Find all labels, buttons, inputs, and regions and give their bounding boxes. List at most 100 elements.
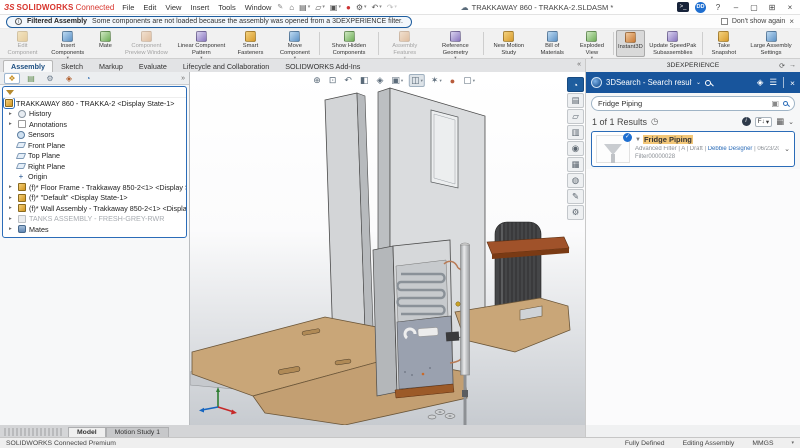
file-explorer-tab[interactable]: ▱ bbox=[567, 109, 584, 124]
dropdown-caret-icon[interactable]: ▾ bbox=[394, 4, 397, 10]
compass-icon[interactable] bbox=[591, 77, 602, 88]
expand-arrow-icon[interactable]: ▸ bbox=[9, 205, 15, 211]
tab-model[interactable]: Model bbox=[68, 427, 106, 437]
tree-item-f-floor-frame-trakkaway-850-2-[interactable]: ▸(f)* Floor Frame - Trakkaway 850-2<1> <… bbox=[3, 182, 186, 193]
tree-item-sensors[interactable]: Sensors bbox=[3, 130, 186, 141]
tab-sketch[interactable]: Sketch bbox=[53, 60, 91, 72]
ribbon-instant3d-button[interactable]: Instant3D bbox=[616, 30, 645, 57]
design-library-tab[interactable]: ▤ bbox=[567, 93, 584, 108]
ribbon-update-speedpak-subassemblies-button[interactable]: Update SpeedPak Subassemblies bbox=[646, 30, 700, 57]
tree-root-item[interactable]: TRAKKAWAY 860 - TRAKKA-2 <Display State-… bbox=[3, 98, 186, 109]
tree-filter-funnel-icon[interactable] bbox=[6, 90, 14, 95]
search-result-item[interactable]: ✓ ▼ Fridge Piping Advanced Filter | A | … bbox=[591, 131, 795, 167]
user-avatar-button[interactable]: DD bbox=[695, 2, 706, 13]
custom-properties-tab[interactable]: ✎ bbox=[567, 189, 584, 204]
redo-button[interactable]: ↷▾ bbox=[387, 3, 397, 12]
tab-strip-grip[interactable] bbox=[4, 428, 64, 436]
search-icon[interactable] bbox=[705, 80, 711, 86]
ribbon-mate-button[interactable]: Mate bbox=[92, 30, 118, 57]
dropdown-caret-icon[interactable]: ▾ bbox=[322, 4, 325, 10]
new-document-button[interactable]: ▤▾ bbox=[299, 3, 310, 12]
property-manager-tab[interactable]: ▤ bbox=[23, 73, 39, 84]
tree-item-f-wall-assembly-trakkaway-850-[interactable]: ▸(f)* Wall Assembly - Trakkaway 850-2<1>… bbox=[3, 203, 186, 214]
tab-evaluate[interactable]: Evaluate bbox=[131, 60, 175, 72]
menu-window[interactable]: Window bbox=[245, 3, 272, 12]
ribbon-smart-fasteners-button[interactable]: Smart Fasteners bbox=[229, 30, 271, 57]
tree-item-history[interactable]: ▸History bbox=[3, 109, 186, 120]
ribbon-large-assembly-settings-button[interactable]: Large Assembly Settings bbox=[744, 30, 798, 57]
expand-arrow-icon[interactable]: ▸ bbox=[9, 184, 15, 190]
recent-searches-icon[interactable]: ◷ bbox=[651, 116, 658, 127]
tree-item-top-plane[interactable]: Top Plane bbox=[3, 151, 186, 162]
ribbon-move-component-button[interactable]: Move Component▾ bbox=[273, 30, 318, 57]
display-style-button[interactable]: ◫▾ bbox=[409, 74, 425, 87]
tree-item-tanks-assembly-fresh-grey-rwr[interactable]: ▸TANKS ASSEMBLY - FRESH-GREY-RWR bbox=[3, 214, 186, 225]
expand-arrow-icon[interactable]: ▸ bbox=[9, 226, 15, 232]
dynamic-annotation-views-button[interactable]: ◈ bbox=[374, 74, 385, 87]
ribbon-linear-component-pattern-button[interactable]: Linear Component Pattern▾ bbox=[174, 30, 228, 57]
dropdown-caret-icon[interactable]: ▾ bbox=[421, 78, 423, 84]
widget-caret-icon[interactable]: ⌄ bbox=[696, 79, 701, 86]
tree-item-annotations[interactable]: ▸Annotations bbox=[3, 119, 186, 130]
tab-assembly[interactable]: Assembly bbox=[3, 60, 53, 72]
save-button[interactable]: ▣▾ bbox=[330, 3, 341, 12]
submit-search-icon[interactable] bbox=[783, 101, 788, 106]
ribbon-edit-component-button[interactable]: Edit Component bbox=[2, 30, 43, 57]
hide-show-items-button[interactable]: ✶▾ bbox=[429, 74, 444, 87]
display-manager-tab[interactable]: ◔ bbox=[80, 73, 96, 84]
help-button[interactable]: ? bbox=[712, 3, 724, 12]
restore-button[interactable]: ▢ bbox=[748, 3, 760, 12]
tree-item-origin[interactable]: +Origin bbox=[3, 172, 186, 183]
result-title[interactable]: Fridge Piping bbox=[643, 135, 693, 144]
customize-menu-icon[interactable]: ✎ bbox=[277, 3, 283, 11]
ribbon-show-hidden-components-button[interactable]: Show Hidden Components bbox=[322, 30, 376, 57]
library-tab[interactable]: ▥ bbox=[567, 125, 584, 140]
home-button[interactable]: ⌂ bbox=[289, 3, 294, 12]
tree-item-f-default-display-state-1[interactable]: ▸(f)* "Default" <Display State-1> bbox=[3, 193, 186, 204]
window-layout-button[interactable]: ⊞ bbox=[766, 3, 778, 12]
sort-button[interactable]: F↓ ▾ bbox=[755, 117, 773, 127]
ribbon-assembly-features-button[interactable]: Assembly Features▾ bbox=[381, 30, 429, 57]
3dexperience-compass-tab[interactable]: ◔ bbox=[567, 77, 584, 92]
search-value[interactable]: Fridge Piping bbox=[598, 99, 767, 108]
3d-model[interactable] bbox=[190, 72, 585, 425]
tab-lifecycle-and-collaboration[interactable]: Lifecycle and Collaboration bbox=[175, 60, 277, 72]
menu-file[interactable]: File bbox=[122, 3, 134, 12]
expand-arrow-icon[interactable]: ▸ bbox=[9, 216, 15, 222]
panel-refresh-icon[interactable]: ⟳ bbox=[779, 62, 785, 70]
expand-arrow-icon[interactable]: ▸ bbox=[9, 111, 15, 117]
settings-tab[interactable]: ⚙ bbox=[567, 205, 584, 220]
dimxpert-manager-tab[interactable]: ◈ bbox=[61, 73, 77, 84]
panel-close-icon[interactable]: × bbox=[790, 78, 795, 88]
undo-button[interactable]: ↶▾ bbox=[372, 3, 382, 12]
tab-motion-study-1[interactable]: Motion Study 1 bbox=[106, 427, 169, 437]
3d-content-central-tab[interactable]: ◍ bbox=[567, 173, 584, 188]
notification-close-icon[interactable]: × bbox=[789, 17, 794, 26]
view-orientation-button[interactable]: ▣▾ bbox=[389, 74, 405, 87]
graphics-viewport[interactable]: ⊕⊡↶◧◈▣▾◫▾✶▾●▢▾ ◔▤▱▥◉▦◍✎⚙ bbox=[190, 72, 585, 425]
widget-title[interactable]: 3DSearch - Search results for... bbox=[606, 78, 692, 87]
expand-result-icon[interactable]: ⌄ bbox=[784, 145, 790, 153]
ribbon-reference-geometry-button[interactable]: Reference Geometry▾ bbox=[430, 30, 481, 57]
options-gear-button[interactable]: ⚙▾ bbox=[356, 3, 367, 12]
traffic-light-button[interactable]: ● bbox=[346, 3, 351, 12]
zoom-to-area-button[interactable]: ⊡ bbox=[327, 74, 339, 87]
zoom-to-fit-button[interactable]: ⊕ bbox=[311, 74, 323, 87]
tree-item-mates[interactable]: ▸Mates bbox=[3, 224, 186, 235]
tree-item-right-plane[interactable]: Right Plane bbox=[3, 161, 186, 172]
appearances-scenes-tab[interactable]: ◉ bbox=[567, 141, 584, 156]
tab-solidworks-add-ins[interactable]: SOLIDWORKS Add-Ins bbox=[277, 60, 368, 72]
close-button[interactable]: × bbox=[784, 3, 796, 12]
menu-edit[interactable]: Edit bbox=[143, 3, 156, 12]
view-settings-button[interactable]: ▢▾ bbox=[461, 74, 477, 87]
dropdown-caret-icon[interactable]: ▾ bbox=[364, 4, 367, 10]
fridge-cabinet[interactable] bbox=[373, 240, 459, 398]
section-view-button[interactable]: ◧ bbox=[358, 74, 371, 87]
dropdown-caret-icon[interactable]: ▾ bbox=[473, 78, 475, 84]
open-button[interactable]: ▱▾ bbox=[315, 3, 325, 12]
dropdown-caret-icon[interactable]: ▾ bbox=[439, 78, 441, 84]
ribbon-component-preview-window-button[interactable]: Component Preview Window bbox=[119, 30, 173, 57]
left-wall-panel[interactable] bbox=[325, 93, 373, 344]
collapse-results-icon[interactable]: ⌄ bbox=[788, 118, 794, 126]
expand-arrow-icon[interactable]: ▸ bbox=[9, 121, 15, 127]
